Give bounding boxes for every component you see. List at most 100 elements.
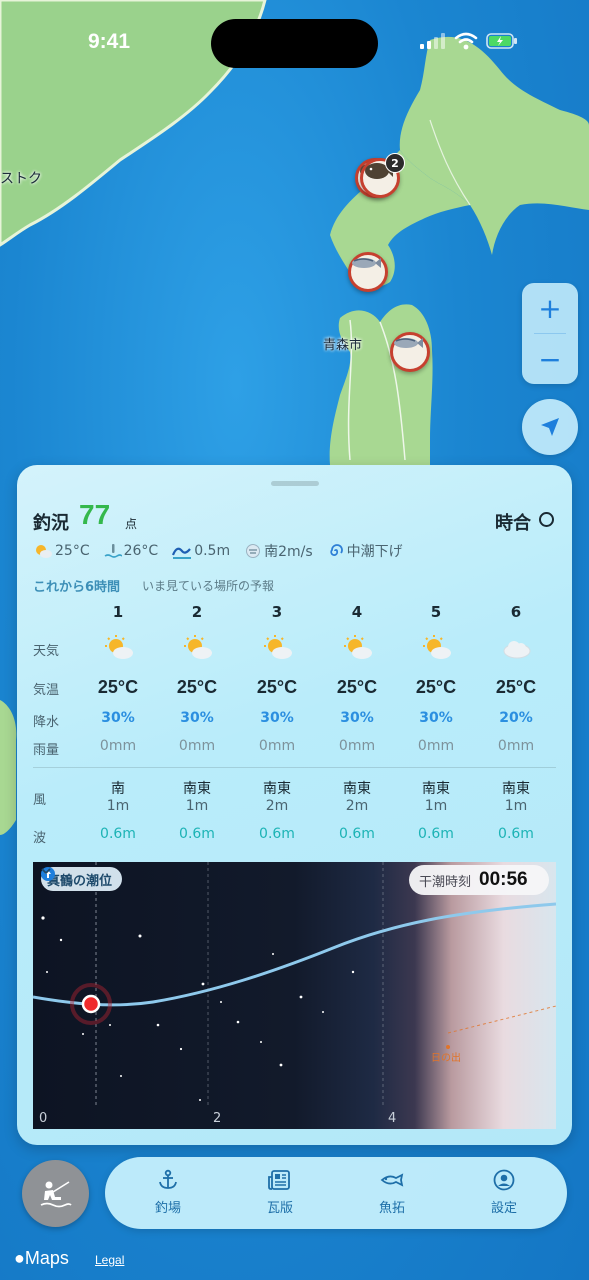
tab-label: 設定 [490,1201,517,1216]
signal-icon [420,33,445,49]
status-icons [420,32,518,50]
fishing-spot-pin[interactable] [348,252,388,292]
forecast-hour: 6 [510,603,522,621]
tide-axis-tick: 4 [388,1111,397,1126]
sun-cloud-icon [182,635,214,665]
forecast-wind-speed: 1m [106,798,130,814]
row-label-wave: 波 [33,831,47,846]
forecast-wind-dir: 南東 [183,781,211,797]
chevron-down-icon [41,868,51,875]
tide-axis-tick: 2 [213,1111,222,1126]
fishing-spot-pin[interactable] [390,332,430,372]
wave-height-value: 0.5m [194,543,231,559]
sun-cloud-icon [36,545,52,558]
tide-axis-tick: 0 [39,1111,48,1126]
apple-maps-logo: ●Maps [14,1248,69,1269]
tide-chart-canvas [33,862,556,1107]
forecast-wind-speed: 1m [185,798,209,814]
mackerel-icon [352,258,381,268]
fishing-info-sheet: 釣況 77 点 時合 25°C 26°C 0.5m 南2m/s 中潮下げ これか… [17,465,572,1145]
maps-logo-text: Maps [24,1248,69,1268]
row-label-wind: 風 [33,793,47,808]
forecast-hour: 5 [430,603,442,621]
tide-station-selector[interactable]: 真鶴の潮位 [41,867,123,891]
zoom-out-button[interactable]: − [522,334,578,384]
forecast-wind-dir: 南東 [502,781,530,797]
forecast-wind-dir: 南東 [343,781,371,797]
low-tide-time: 干潮時刻 00:56 [409,865,549,895]
water-temp-value: 26°C [123,543,159,559]
forecast-precip: 30% [260,710,294,726]
status-time: 9:41 [88,30,131,53]
fishing-spot-pin[interactable]: 2 [360,153,405,198]
forecast-rain: 0mm [258,738,296,754]
forecast-temp: 25°C [97,677,139,697]
sun-cloud-icon [421,635,453,665]
forecast-temp: 25°C [415,677,457,697]
tab-fishing-spots[interactable]: 釣場 [133,1169,203,1216]
angler-icon [40,1180,72,1207]
forecast-precip: 20% [499,710,533,726]
forecast-precip: 30% [419,710,453,726]
fish-icon [380,1173,404,1187]
forecast-temp: 25°C [336,677,378,697]
wifi-icon [454,32,478,50]
row-label-precip: 降水 [33,715,60,730]
forecast-wave: 0.6m [498,826,534,842]
wave-height: 0.5m [172,541,230,561]
wind: 南2m/s [244,541,313,561]
sun-cloud-icon [103,635,135,665]
row-label-rain: 雨量 [33,743,60,758]
fishing-condition-label: 釣況 [33,513,69,534]
forecast-wave: 0.6m [418,826,454,842]
forecast-hour: 2 [191,603,203,621]
tab-news[interactable]: 瓦版 [245,1169,315,1216]
locate-button[interactable] [522,399,578,455]
forecast-rain: 0mm [99,738,137,754]
forecast-temp: 25°C [256,677,298,697]
forecast-wind-speed: 2m [265,798,289,814]
sun-cloud-icon [262,635,294,665]
pin-count-badge: 2 [385,153,405,173]
jiai-circle-icon [539,512,554,527]
forecast-temp: 25°C [495,677,537,697]
forecast-hour: 3 [271,603,283,621]
jiai-label: 時合 [495,513,531,534]
tab-settings[interactable]: 設定 [469,1169,539,1216]
tide-chart[interactable]: 真鶴の潮位 干潮時刻 00:56 日の出 0 2 4 [33,862,556,1129]
forecast-subtitle: いま見ている場所の予報 [142,579,275,593]
forecast-rain: 0mm [338,738,376,754]
tab-fish-print[interactable]: 魚拓 [357,1169,427,1216]
row-label-weather: 天気 [33,644,60,659]
forecast-wave: 0.6m [100,826,136,842]
dynamic-island [211,19,378,68]
forecast-wind-dir: 南 [111,781,125,797]
forecast-precip: 30% [180,710,214,726]
angler-mode-button[interactable] [22,1160,89,1227]
forecast-rain: 0mm [417,738,455,754]
forecast-divider [33,767,556,768]
row-label-temp: 気温 [33,683,60,698]
legal-link[interactable]: Legal [95,1253,124,1267]
tab-label: 魚拓 [378,1201,405,1216]
forecast-wave: 0.6m [339,826,375,842]
location-arrow-icon [541,418,559,436]
apple-logo-icon: ● [14,1248,25,1268]
fishing-score: 77 [79,499,111,530]
forecast-precip: 30% [101,710,135,726]
tab-label: 瓦版 [266,1201,293,1216]
tide-state-value: 中潮下げ [346,544,403,560]
cloud-icon [501,637,533,665]
wave-icon [172,547,192,559]
zoom-control: + − [522,283,578,384]
profile-icon [493,1169,515,1191]
sheet-drag-handle[interactable] [271,481,319,486]
forecast-wave: 0.6m [259,826,295,842]
forecast-wind-speed: 1m [424,798,448,814]
mackerel-icon [394,338,423,348]
zoom-in-button[interactable]: + [522,283,578,333]
air-temp: 25°C [33,541,90,561]
sunrise-label: 日の出 [431,1053,461,1064]
air-temp-value: 25°C [55,543,90,559]
low-tide-value: 00:56 [479,869,528,890]
